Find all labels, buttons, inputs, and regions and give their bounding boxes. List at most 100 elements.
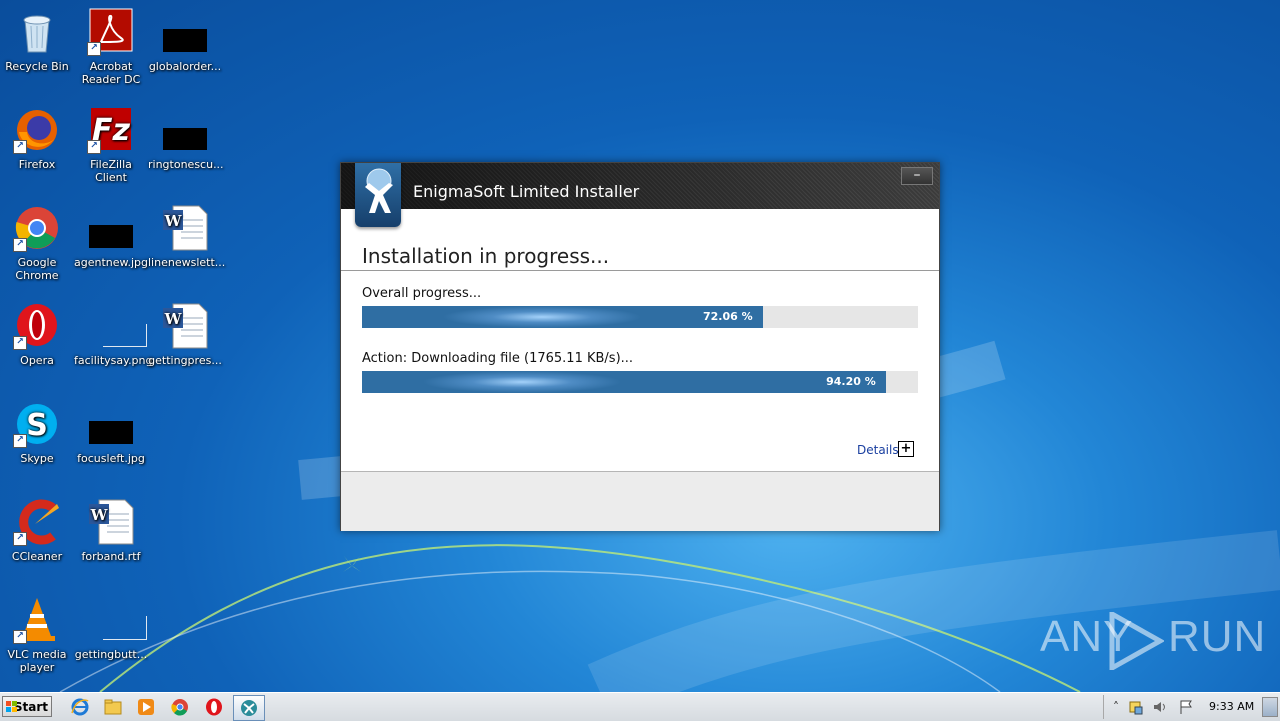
ccleaner-icon: ↗ [13,498,61,546]
svg-text:S: S [26,408,48,443]
firefox-icon: ↗ [13,106,61,154]
desktop-icon-label: FileZilla Client [90,158,132,184]
divider [341,270,939,271]
desktop-icon-label: Firefox [18,158,56,171]
chrome-icon[interactable] [170,697,190,717]
chrome-icon: ↗ [13,204,61,252]
desktop-icon-opera[interactable]: ↗ Opera [0,302,74,367]
start-label: Start [13,700,48,714]
volume-icon[interactable] [1152,699,1168,715]
action-progress-percent: 94.20 % [826,375,876,388]
overall-progress-label: Overall progress... [362,286,482,301]
page-title: Installation in progress... [362,244,610,268]
internet-explorer-icon[interactable] [70,697,90,717]
svg-text:W: W [90,506,109,524]
shortcut-arrow-icon: ↗ [13,630,27,644]
desktop-icon-focusleft[interactable]: focusleft.jpg [74,400,148,465]
desktop-icon-skype[interactable]: S ↗ Skype [0,400,74,465]
taskbar-clock[interactable]: 9:33 AM [1209,700,1254,713]
enigmasoft-logo-icon [355,163,401,227]
desktop-icon-facilitysay[interactable]: facilitysay.png [74,302,153,367]
network-flag-icon[interactable] [1178,699,1194,715]
shortcut-arrow-icon: ↗ [87,140,101,154]
black-thumbnail [87,400,135,448]
desktop-icon-label: gettingpres... [148,354,222,367]
windows-flag-icon [6,701,17,712]
enigmasoft-installer-icon [241,700,257,716]
desktop-icon-label: Acrobat Reader DC [81,60,141,86]
black-thumbnail [161,106,209,154]
overall-progress-fill: 72.06 % [362,306,763,328]
enigmasoft-installer-task[interactable] [233,695,265,721]
minimize-button[interactable]: – [901,167,933,185]
tray-separator [1103,695,1104,719]
desktop-icon-label: Skype [20,452,54,465]
acrobat-icon: ↗ [87,8,135,56]
action-progress-bar: 94.20 % [362,371,918,393]
svg-text:W: W [164,212,183,230]
desktop-icon-chrome[interactable]: ↗ Google Chrome [0,204,74,282]
file-explorer-icon[interactable] [103,697,123,717]
word-doc-icon: W [87,498,135,546]
taskbar: Start ˄ 9:33 AM [0,692,1280,721]
desktop-icon-label: linenewslett... [148,256,226,269]
details-link[interactable]: Details [857,443,899,457]
shortcut-arrow-icon: ↗ [13,532,27,546]
overall-progress-bar: 72.06 % [362,306,918,328]
desktop-icon-label: agentnew.jpg [74,256,149,269]
action-center-icon[interactable] [1128,699,1144,715]
vlc-icon: ↗ [13,596,61,644]
window-footer [341,471,939,531]
details-expand-button[interactable]: + [898,441,914,457]
desktop-icon-acrobat[interactable]: ↗ Acrobat Reader DC [74,8,148,86]
desktop-icon-agentnew[interactable]: agentnew.jpg [74,204,148,269]
show-hidden-icons-icon[interactable]: ˄ [1108,699,1124,715]
opera-icon: ↗ [13,302,61,350]
desktop-icon-label: gettingbutt... [74,648,148,661]
desktop-icon-label: focusleft.jpg [77,452,145,465]
desktop-icon-firefox[interactable]: ↗ Firefox [0,106,74,171]
desktop-icon-gettingbutton[interactable]: gettingbutt... [74,596,148,661]
desktop-icon-forband[interactable]: W forband.rtf [74,498,148,563]
installer-window: EnigmaSoft Limited Installer – Installat… [340,162,940,531]
show-desktop-button[interactable] [1262,697,1278,717]
watermark-play-icon [1109,612,1164,670]
black-thumbnail [161,8,209,56]
desktop-icon-label: Recycle Bin [5,60,69,73]
window-title: EnigmaSoft Limited Installer [413,182,640,201]
image-thumbnail [87,302,147,350]
overall-progress-percent: 72.06 % [702,310,753,323]
desktop-icon-label: ringtonescu... [148,158,224,171]
filezilla-icon: Fz ↗ [87,106,135,154]
progress-glow [422,371,622,393]
svg-text:W: W [164,310,183,328]
recycle-bin-icon [13,8,61,56]
black-thumbnail [87,204,135,252]
desktop-icon-label: globalorder... [148,60,222,73]
desktop-icon-ringtones[interactable]: ringtonescu... [148,106,224,171]
shortcut-arrow-icon: ↗ [13,336,27,350]
image-thumbnail [87,596,147,644]
watermark-right: RUN [1168,612,1267,661]
shortcut-arrow-icon: ↗ [87,42,101,56]
desktop-icon-gettingpres[interactable]: W gettingpres... [148,302,222,367]
word-doc-icon: W [161,302,209,350]
desktop-icon-vlc[interactable]: ↗ VLC media player [0,596,74,674]
desktop-icon-ccleaner[interactable]: ↗ CCleaner [0,498,74,563]
action-progress-label: Action: Downloading file (1765.11 KB/s).… [362,351,634,366]
desktop-icon-filezilla[interactable]: Fz ↗ FileZilla Client [74,106,148,184]
action-progress-fill: 94.20 % [362,371,886,393]
progress-glow [442,306,642,328]
start-button[interactable]: Start [2,696,52,717]
desktop-icon-recycle-bin[interactable]: Recycle Bin [0,8,74,73]
desktop-icon-globalorder[interactable]: globalorder... [148,8,222,73]
desktop-icon-label: CCleaner [11,550,63,563]
opera-icon[interactable] [204,697,224,717]
shortcut-arrow-icon: ↗ [13,238,27,252]
desktop-icon-label: facilitysay.png [74,354,153,367]
desktop-icon-linenewsletter[interactable]: W linenewslett... [148,204,226,269]
media-player-icon[interactable] [136,697,156,717]
word-doc-icon: W [161,204,209,252]
shortcut-arrow-icon: ↗ [13,140,27,154]
desktop-icon-label: Opera [20,354,54,367]
